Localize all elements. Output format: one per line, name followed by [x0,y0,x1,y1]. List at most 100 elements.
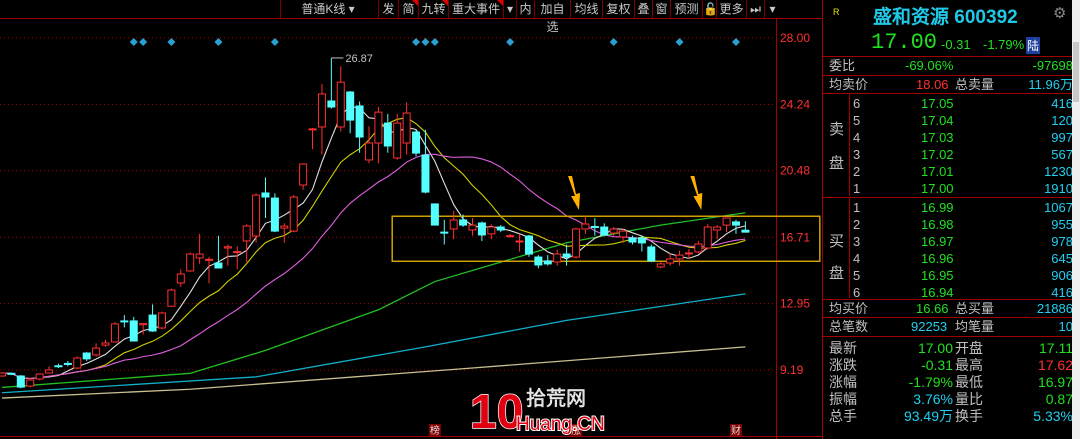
toolbar-item-3[interactable]: 九转 [418,0,448,18]
avg-vol-value: 10 [1058,319,1073,334]
toolbar-item-6[interactable]: 内 [516,0,534,18]
toolbar-item-13[interactable]: 🔓 [702,0,718,18]
candle-body [261,192,270,198]
candlestick [468,218,477,236]
candle-body [148,314,157,332]
candlestick [412,129,421,157]
candle-body [412,131,421,154]
toolbar-item-16[interactable]: ▾ [764,0,780,18]
quote-panel: R 盛和资源 600392 ⚙ 17.00 -0.31 -1.79% 陆 委比 … [822,0,1073,439]
candlestick [92,343,101,357]
bottom-tag[interactable]: 财 [731,424,741,437]
event-diamond-icon[interactable] [421,38,430,46]
toolbar-item-1[interactable]: 发 [378,0,398,18]
candle-body [703,226,712,249]
level-index: 6 [853,96,861,111]
last-price: 17.00 [871,30,938,55]
price-tick-label: 16.71 [780,230,810,244]
candle-body [336,81,345,128]
watermark-cn: 拾荒网 [526,387,586,410]
event-diamond-icon[interactable] [731,38,740,46]
toolbar-item-0[interactable]: 普通K线 ▾ [280,0,375,18]
stat-label: 最新 [829,340,857,356]
candle-body [524,235,533,255]
gear-icon[interactable]: ⚙ [1053,4,1066,22]
candlestick [581,216,590,234]
candle-body [0,372,6,377]
weibi-value: -69.06% [905,58,954,73]
candle-body [82,352,91,360]
candle-body [139,323,148,326]
price-tick-label: 12.95 [780,297,810,311]
level-index: 1 [853,200,861,215]
watermark-logo: 10 拾荒网Huang.CN [469,385,605,439]
event-diamond-icon[interactable] [129,38,138,46]
avg-sell-label: 均卖价 [829,77,869,92]
toolbar-item-14[interactable]: 更多 [716,0,746,18]
sell-level-row: 5 17.04 120 [823,112,1073,130]
level-volume: 567 [1051,147,1073,162]
event-diamond-icon[interactable] [270,38,279,46]
kline-chart[interactable]: 28.0024.2420.4816.7112.959.1926.87榜涨财10 拾… [0,19,822,439]
chevron-down-icon[interactable]: ▾ [345,2,355,16]
toolbar-item-5[interactable]: ▾ [503,0,516,18]
level-price: 17.04 [921,113,954,128]
toolbar-item-7[interactable]: 加自选 [534,0,570,34]
event-diamond-icon[interactable] [214,38,223,46]
candle-body [562,253,571,258]
event-diamond-icon[interactable] [675,38,684,46]
candlestick [120,315,129,328]
toolbar-item-4[interactable]: 重大事件 [448,0,503,18]
event-diamond-icon[interactable] [139,38,148,46]
weibi-row: 委比 -69.06% -97698 [823,57,1073,75]
level-index: 4 [853,130,861,145]
candlestick [195,233,204,264]
candlestick [233,246,242,270]
chart-toolbar: 普通K线 ▾ 发简九转 重大事件 ▾ 内加自选 均线 复权叠窗预测 🔓 更多 ⏭ ▾ [0,0,822,34]
panel-scrollbar[interactable] [1072,0,1080,439]
toolbar-item-10[interactable]: 叠 [634,0,652,18]
total-buy-value: 21886 [1036,301,1073,316]
event-diamond-icon[interactable] [430,38,439,46]
candlestick [280,223,289,243]
trades-value: 92253 [911,319,948,334]
scrollbar-thumb[interactable] [1073,42,1079,102]
candlestick [515,233,524,252]
candlestick [449,210,458,240]
candlestick [421,129,430,194]
event-diamond-icon[interactable] [167,38,176,46]
buy-level-row: 2 16.98 955 [823,216,1073,234]
total-sell-value: 11.96万 [1028,77,1073,92]
event-diamond-icon[interactable] [609,38,618,46]
ma-long-2-line [1,293,746,394]
candlestick [656,262,665,269]
candle-body [129,320,138,342]
candle-body [242,225,251,242]
sell-level-row: 6 17.05 416 [823,95,1073,113]
candle-body [54,365,63,368]
candle-body [496,226,505,231]
toolbar-item-15[interactable]: ⏭ [746,0,764,18]
toolbar-item-11[interactable]: 窗 [652,0,670,18]
level-index: 4 [853,251,861,266]
event-diamond-icon[interactable] [506,38,515,46]
toolbar-item-8[interactable]: 均线 [570,0,602,18]
toolbar-item-9[interactable]: 复权 [602,0,634,18]
level-price: 16.95 [921,268,954,283]
stock-title: 盛和资源 600392 [873,2,1018,29]
bottom-tag[interactable]: 榜 [430,424,440,437]
candlestick [205,256,214,284]
level-index: 2 [853,164,861,179]
candlestick [176,269,185,287]
candle-body [176,273,185,284]
event-diamond-icon[interactable] [412,38,421,46]
candle-body [694,243,703,253]
candle-body [684,252,693,255]
stat-row: 总手 93.49万 换手 5.33% [823,407,1073,425]
avg-sell-value: 18.06 [916,77,949,92]
price-tick-label: 20.48 [780,164,810,178]
toolbar-item-2[interactable]: 简 [398,0,418,18]
candle-body [430,203,439,226]
toolbar-item-label: 简 [402,2,415,16]
toolbar-item-12[interactable]: 预测 [670,0,702,18]
